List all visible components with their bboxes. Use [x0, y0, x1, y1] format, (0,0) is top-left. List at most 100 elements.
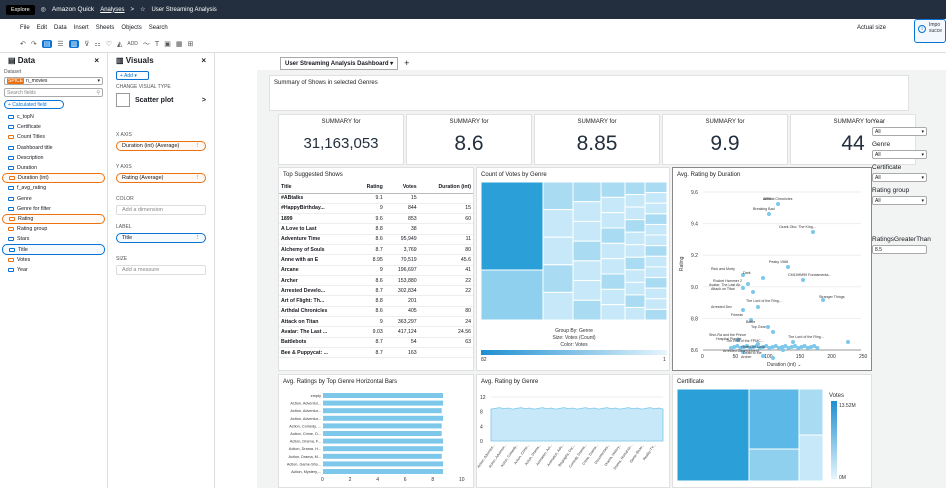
column-header[interactable]: Votes [384, 182, 419, 194]
close-icon[interactable]: × [94, 56, 99, 65]
bar[interactable] [323, 393, 444, 398]
explore-button[interactable]: Explore [6, 4, 35, 15]
scatter-point[interactable] [791, 340, 795, 344]
field-item[interactable]: Count Titles [2, 132, 105, 142]
sheet-tab-dashboard[interactable]: User Streaming Analysis Dashboard ▾ [280, 56, 399, 70]
field-item[interactable]: Duration [2, 163, 105, 173]
treemap-tile[interactable] [624, 194, 646, 208]
kpi-card[interactable]: SUMMARY for 8.85 [534, 114, 660, 165]
hbar-chart[interactable]: Avg. Ratings by Top Genre Horizontal Bar… [278, 374, 474, 488]
treemap-tile[interactable] [600, 212, 626, 229]
field-item[interactable]: Dashboard title [2, 143, 105, 153]
treemap-tile[interactable] [644, 255, 668, 268]
bar[interactable] [323, 415, 444, 421]
treemap-tile[interactable] [572, 299, 602, 321]
bar[interactable] [323, 408, 442, 414]
scatter-point[interactable] [786, 265, 790, 269]
table-row[interactable]: Arthdal Chronicles 8.6 405 80 [279, 306, 473, 318]
treemap-tile[interactable] [644, 266, 668, 279]
scatter-point[interactable] [761, 354, 765, 358]
treemap-tile[interactable] [572, 240, 602, 262]
cert-tile[interactable] [676, 388, 750, 482]
field-item[interactable]: Genre [2, 194, 105, 204]
scatter-point[interactable] [746, 282, 750, 286]
scatter-point[interactable] [846, 340, 850, 344]
bar[interactable] [323, 438, 444, 444]
close-icon[interactable]: × [201, 56, 206, 65]
field-item[interactable]: Certificate [2, 122, 105, 132]
area-series[interactable] [490, 407, 664, 442]
treemap-tile[interactable] [624, 219, 646, 233]
line-icon[interactable]: 〜 [143, 39, 150, 49]
bar[interactable] [323, 453, 442, 459]
ratings-greater-than-input[interactable]: 8.5 [872, 245, 927, 254]
field-item[interactable]: Duration (int) [2, 173, 105, 184]
field-item[interactable]: Rating group [2, 224, 105, 234]
color-well[interactable]: Add a dimension [116, 205, 206, 215]
scatter-point[interactable] [771, 330, 775, 334]
rating-group-dropdown[interactable]: All ▾ [872, 196, 927, 205]
column-header[interactable]: Rating [354, 182, 385, 194]
zoom-select[interactable]: Actual size [857, 25, 886, 31]
visuals-panel-icon[interactable]: ▥ [68, 40, 80, 48]
label-well[interactable]: Title ⋮ [116, 233, 206, 243]
treemap-tile[interactable] [600, 258, 626, 275]
menu-data[interactable]: Data [54, 25, 67, 31]
menu-file[interactable]: File [20, 25, 30, 31]
summary-text-box[interactable]: Summary of Shows in selected Genres [269, 75, 909, 111]
column-header[interactable]: Title [279, 182, 355, 194]
treemap-tile[interactable] [644, 277, 668, 289]
table-row[interactable]: Arcane 9 196,697 41 [279, 265, 473, 276]
field-item[interactable]: Year [2, 265, 105, 275]
theme-icon[interactable]: ◭ [117, 40, 122, 48]
cert-tile[interactable] [748, 448, 800, 482]
menu-objects[interactable]: Objects [121, 25, 141, 31]
treemap-tile[interactable] [600, 227, 626, 244]
treemap-tile[interactable] [644, 192, 668, 204]
top-shows-table[interactable]: Top Suggested Shows Title Rating Votes Dura… [278, 167, 474, 371]
star-icon[interactable]: ☆ [140, 6, 145, 13]
treemap-tile[interactable] [644, 202, 668, 215]
scatter-point[interactable] [776, 202, 780, 206]
cert-tile[interactable] [798, 434, 824, 482]
scatter-point[interactable] [815, 346, 820, 350]
scatter-point[interactable] [801, 278, 805, 282]
table-row[interactable]: Anne with an E 8.95 70,519 45.6 [279, 254, 473, 266]
treemap-tile[interactable] [542, 236, 574, 266]
list-icon[interactable]: ☰ [57, 40, 63, 48]
table-row[interactable]: #HappyBirthday... 9 844 15 [279, 203, 473, 215]
y-axis-well[interactable]: Rating (Average) ⋮ [116, 173, 206, 183]
treemap-tile[interactable] [600, 196, 626, 214]
treemap-tile[interactable] [624, 281, 646, 296]
cert-tile[interactable] [798, 388, 824, 436]
visual-type-selector[interactable]: Scatter plot > [108, 90, 214, 110]
breadcrumb-analyses[interactable]: Analyses [100, 7, 124, 13]
menu-sheets[interactable]: Sheets [96, 25, 115, 31]
more-icon[interactable]: ⋮ [195, 235, 201, 241]
treemap-tile[interactable] [600, 242, 626, 260]
bar[interactable] [323, 431, 442, 436]
scatter-point[interactable] [771, 356, 775, 360]
menu-insert[interactable]: Insert [74, 25, 89, 31]
treemap-tile[interactable] [644, 234, 668, 247]
column-header[interactable]: Duration (int) [418, 182, 473, 194]
scatter-point[interactable] [766, 325, 770, 329]
treemap-tile[interactable] [600, 273, 626, 290]
add-sheet-button[interactable]: + [404, 58, 409, 68]
treemap-tile[interactable] [624, 256, 646, 271]
parameters-icon[interactable]: ⚏ [94, 40, 100, 48]
size-well[interactable]: Add a measure [116, 265, 206, 275]
table-row[interactable]: Bee & Puppycat: ... 8.7 163 [279, 347, 473, 359]
treemap-tile[interactable] [644, 213, 668, 225]
table-row[interactable]: 1899 9.6 853 60 [279, 213, 473, 225]
table-icon[interactable]: ⊞ [187, 40, 193, 48]
genre-dropdown[interactable]: All ▾ [872, 150, 927, 159]
search-fields-input[interactable]: Search fields ⚲ [4, 88, 103, 97]
bar[interactable] [323, 400, 444, 406]
bar[interactable] [323, 423, 442, 429]
treemap-tile[interactable] [644, 287, 668, 300]
treemap-tile[interactable] [624, 244, 646, 258]
field-item[interactable]: Stars [2, 234, 105, 244]
treemap-tile[interactable] [644, 223, 668, 236]
scatter-point[interactable] [767, 212, 771, 216]
